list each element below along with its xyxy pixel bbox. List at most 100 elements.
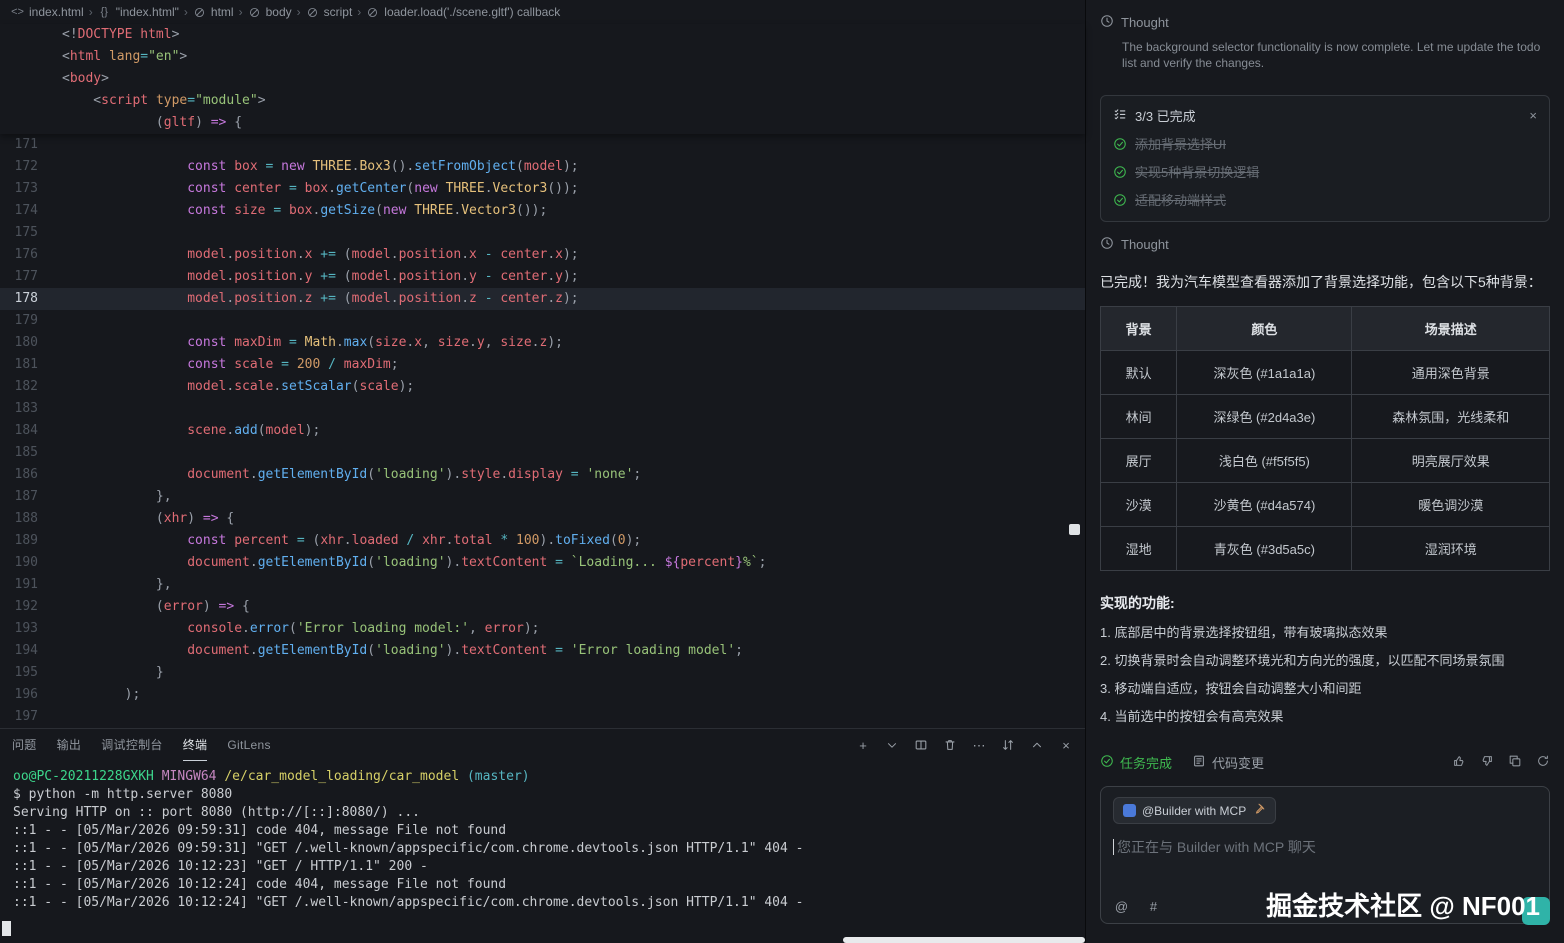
panel-tab[interactable]: 问题 bbox=[12, 729, 37, 761]
breadcrumb-item[interactable]: {}"index.html" bbox=[95, 5, 182, 19]
code-line-188[interactable]: 188 (xhr) => { bbox=[0, 508, 1085, 530]
line-number: 178 bbox=[0, 288, 38, 310]
code-line-192[interactable]: 192 (error) => { bbox=[0, 596, 1085, 618]
code-line-194[interactable]: 194 document.getElementById('loading').t… bbox=[0, 640, 1085, 662]
code-area[interactable]: 171172 const box = new THREE.Box3().setF… bbox=[0, 134, 1085, 728]
code-line-178[interactable]: 178 model.position.z += (model.position.… bbox=[0, 288, 1085, 310]
terminal-line[interactable]: ::1 - - [05/Mar/2026 10:12:24] code 404,… bbox=[13, 876, 1085, 894]
code-line-189[interactable]: 189 const percent = (xhr.loaded / xhr.to… bbox=[0, 530, 1085, 552]
thumbs-up-button[interactable] bbox=[1452, 754, 1466, 771]
todo-item-label: 适配移动端样式 bbox=[1135, 190, 1226, 209]
panel-actions: + ⋯ × bbox=[856, 738, 1073, 752]
todo-item: 添加背景选择UI bbox=[1113, 134, 1537, 153]
sticky-line[interactable]: (gltf) => { bbox=[0, 112, 1085, 134]
feedback-icons bbox=[1452, 754, 1550, 771]
todo-item-label: 实现5种背景切换逻辑 bbox=[1135, 162, 1259, 181]
feature-item: 2. 切换背景时会自动调整环境光和方向光的强度，以匹配不同场景氛围 bbox=[1100, 652, 1550, 669]
breadcrumb-item[interactable]: html bbox=[190, 5, 237, 19]
panel-tab[interactable]: 输出 bbox=[57, 729, 82, 761]
code-line-190[interactable]: 190 document.getElementById('loading').t… bbox=[0, 552, 1085, 574]
code-line-184[interactable]: 184 scene.add(model); bbox=[0, 420, 1085, 442]
code-line-182[interactable]: 182 model.scale.setScalar(scale); bbox=[0, 376, 1085, 398]
copy-button[interactable] bbox=[1508, 754, 1522, 771]
breadcrumb-item[interactable]: body bbox=[245, 5, 295, 19]
terminal-line[interactable]: ::1 - - [05/Mar/2026 09:59:31] code 404,… bbox=[13, 822, 1085, 840]
breadcrumb-item[interactable]: script bbox=[303, 5, 356, 19]
swap-button[interactable] bbox=[1001, 738, 1015, 752]
code-changes-button[interactable]: 代码变更 bbox=[1192, 753, 1264, 772]
breadcrumb-item[interactable]: <>index.html bbox=[8, 5, 87, 19]
code-line-195[interactable]: 195 } bbox=[0, 662, 1085, 684]
sticky-line[interactable]: <body> bbox=[0, 68, 1085, 90]
sticky-line[interactable]: <html lang="en"> bbox=[0, 46, 1085, 68]
thumb-up-icon bbox=[1452, 754, 1466, 768]
code-line-180[interactable]: 180 const maxDim = Math.max(size.x, size… bbox=[0, 332, 1085, 354]
code-line-196[interactable]: 196 ); bbox=[0, 684, 1085, 706]
trash-button[interactable] bbox=[943, 738, 957, 752]
assistant-panel: Thought The background selector function… bbox=[1086, 0, 1564, 943]
code-line-183[interactable]: 183 bbox=[0, 398, 1085, 420]
code-line-173[interactable]: 173 const center = box.getCenter(new THR… bbox=[0, 178, 1085, 200]
thumbs-down-button[interactable] bbox=[1480, 754, 1494, 771]
table-header-cell: 场景描述 bbox=[1352, 307, 1550, 351]
code-line-187[interactable]: 187 }, bbox=[0, 486, 1085, 508]
task-done-check-wrap bbox=[1100, 754, 1114, 771]
todo-header: 3/3 已完成 × bbox=[1113, 106, 1537, 125]
terminal-line[interactable]: ::1 - - [05/Mar/2026 09:59:31] "GET /.we… bbox=[13, 840, 1085, 858]
hashtag-button[interactable]: # bbox=[1146, 899, 1161, 914]
code-line-191[interactable]: 191 }, bbox=[0, 574, 1085, 596]
mention-button[interactable]: @ bbox=[1114, 899, 1129, 914]
terminal-output[interactable]: oo@PC-20211228GXKH MINGW64 /e/car_model_… bbox=[0, 761, 1085, 943]
code-line-197[interactable]: 197 bbox=[0, 706, 1085, 728]
code-line-176[interactable]: 176 model.position.x += (model.position.… bbox=[0, 244, 1085, 266]
breadcrumb-item[interactable]: loader.load('./scene.gltf') callback bbox=[363, 5, 563, 19]
terminal-line[interactable]: ::1 - - [05/Mar/2026 10:12:24] "GET /.we… bbox=[13, 894, 1085, 912]
check-circle-icon bbox=[1113, 137, 1127, 151]
close-button[interactable]: × bbox=[1059, 738, 1073, 752]
ellipsis-button[interactable]: ⋯ bbox=[972, 738, 986, 752]
code-line-185[interactable]: 185 bbox=[0, 442, 1085, 464]
todo-close-button[interactable]: × bbox=[1529, 108, 1537, 123]
chevron-up-icon bbox=[1030, 738, 1044, 752]
code-line-181[interactable]: 181 const scale = 200 / maxDim; bbox=[0, 354, 1085, 376]
panel-tab[interactable]: GitLens bbox=[227, 729, 270, 761]
split-button[interactable] bbox=[914, 738, 928, 752]
code-line-179[interactable]: 179 bbox=[0, 310, 1085, 332]
todo-item: 实现5种背景切换逻辑 bbox=[1113, 162, 1537, 181]
breadcrumb-item-label: html bbox=[211, 5, 234, 19]
code-line-171[interactable]: 171 bbox=[0, 134, 1085, 156]
code-line-177[interactable]: 177 model.position.y += (model.position.… bbox=[0, 266, 1085, 288]
thought-clock-wrap bbox=[1100, 14, 1114, 31]
terminal-line[interactable]: oo@PC-20211228GXKH MINGW64 /e/car_model_… bbox=[13, 768, 1085, 786]
code-line-175[interactable]: 175 bbox=[0, 222, 1085, 244]
sticky-line[interactable]: <script type="module"> bbox=[0, 90, 1085, 112]
table-cell: 展厅 bbox=[1101, 439, 1177, 483]
features-title: 实现的功能: bbox=[1100, 593, 1550, 613]
line-number: 180 bbox=[0, 332, 38, 354]
sticky-line[interactable]: <!DOCTYPE html> bbox=[0, 24, 1085, 46]
panel-tabs: 问题输出调试控制台终端 GitLens bbox=[12, 729, 271, 761]
thought-header-1[interactable]: Thought bbox=[1100, 14, 1550, 31]
terminal-horizontal-scrollbar[interactable] bbox=[843, 937, 1085, 943]
code-line-172[interactable]: 172 const box = new THREE.Box3().setFrom… bbox=[0, 156, 1085, 178]
code-line-193[interactable]: 193 console.error('Error loading model:'… bbox=[0, 618, 1085, 640]
refresh-button[interactable] bbox=[1536, 754, 1550, 771]
task-done-badge[interactable]: 任务完成 bbox=[1100, 753, 1172, 772]
terminal-line[interactable]: Serving HTTP on :: port 8080 (http://[::… bbox=[13, 804, 1085, 822]
plus-button[interactable]: + bbox=[856, 738, 870, 752]
chevron-down-button[interactable] bbox=[885, 738, 899, 752]
copy-icon bbox=[1508, 754, 1522, 768]
terminal-line[interactable]: ::1 - - [05/Mar/2026 10:12:23] "GET / HT… bbox=[13, 858, 1085, 876]
agent-chip[interactable]: @Builder with MCP bbox=[1113, 797, 1276, 824]
code-line-174[interactable]: 174 const size = box.getSize(new THREE.V… bbox=[0, 200, 1085, 222]
line-number: 173 bbox=[0, 178, 38, 200]
chevron-up-button[interactable] bbox=[1030, 738, 1044, 752]
line-number: 174 bbox=[0, 200, 38, 222]
panel-tab[interactable]: 调试控制台 bbox=[101, 729, 163, 761]
panel-tab[interactable]: 终端 bbox=[183, 729, 208, 761]
thought-header-2[interactable]: Thought bbox=[1100, 236, 1550, 253]
terminal-line[interactable]: $ python -m http.server 8080 bbox=[13, 786, 1085, 804]
table-header-cell: 颜色 bbox=[1177, 307, 1352, 351]
editor-scrollbar-thumb[interactable] bbox=[1069, 524, 1080, 535]
code-line-186[interactable]: 186 document.getElementById('loading').s… bbox=[0, 464, 1085, 486]
